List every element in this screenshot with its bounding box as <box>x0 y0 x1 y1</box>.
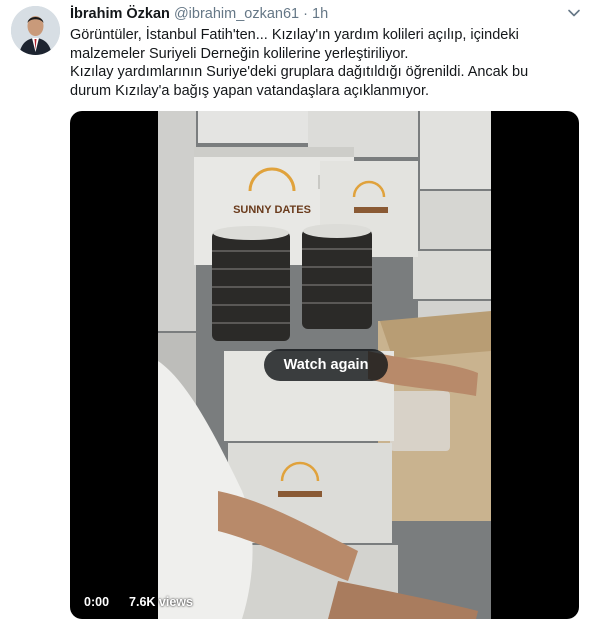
tweet-header: İbrahim Özkan @ibrahim_ozkan61 · 1h <box>70 5 563 23</box>
watch-again-button[interactable]: Watch again <box>264 349 388 381</box>
video-controls: 0:00 7.6K views <box>84 595 193 609</box>
author-handle[interactable]: @ibrahim_ozkan61 <box>174 6 299 22</box>
tweet-text-line: durum Kızılay'a bağış yapan vatandaşlara… <box>70 82 430 99</box>
separator-dot: · <box>303 6 308 22</box>
tweet-text-line: malzemeler Suriyeli Derneğin kolilerine … <box>70 45 409 62</box>
avatar[interactable] <box>11 6 60 55</box>
tweet: İbrahim Özkan @ibrahim_ozkan61 · 1h Görü… <box>0 0 593 624</box>
view-count: 7.6K views <box>129 595 193 609</box>
tweet-text: Görüntüler, İstanbul Fatih'ten... Kızıla… <box>70 26 575 100</box>
timestamp[interactable]: 1h <box>312 6 328 22</box>
box-brand-label: SUNNY DATES <box>233 204 311 216</box>
chevron-down-icon[interactable] <box>567 6 581 20</box>
tweet-text-line: Kızılay yardımlarının Suriye'deki grupla… <box>70 64 529 80</box>
tweet-text-line: Görüntüler, İstanbul Fatih'ten... Kızıla… <box>70 27 519 43</box>
video-timestamp: 0:00 <box>84 595 110 609</box>
author-name[interactable]: İbrahim Özkan <box>70 6 170 22</box>
video-player[interactable]: SUNNY DATES Watch again 0:00 7.6K views <box>70 111 579 619</box>
